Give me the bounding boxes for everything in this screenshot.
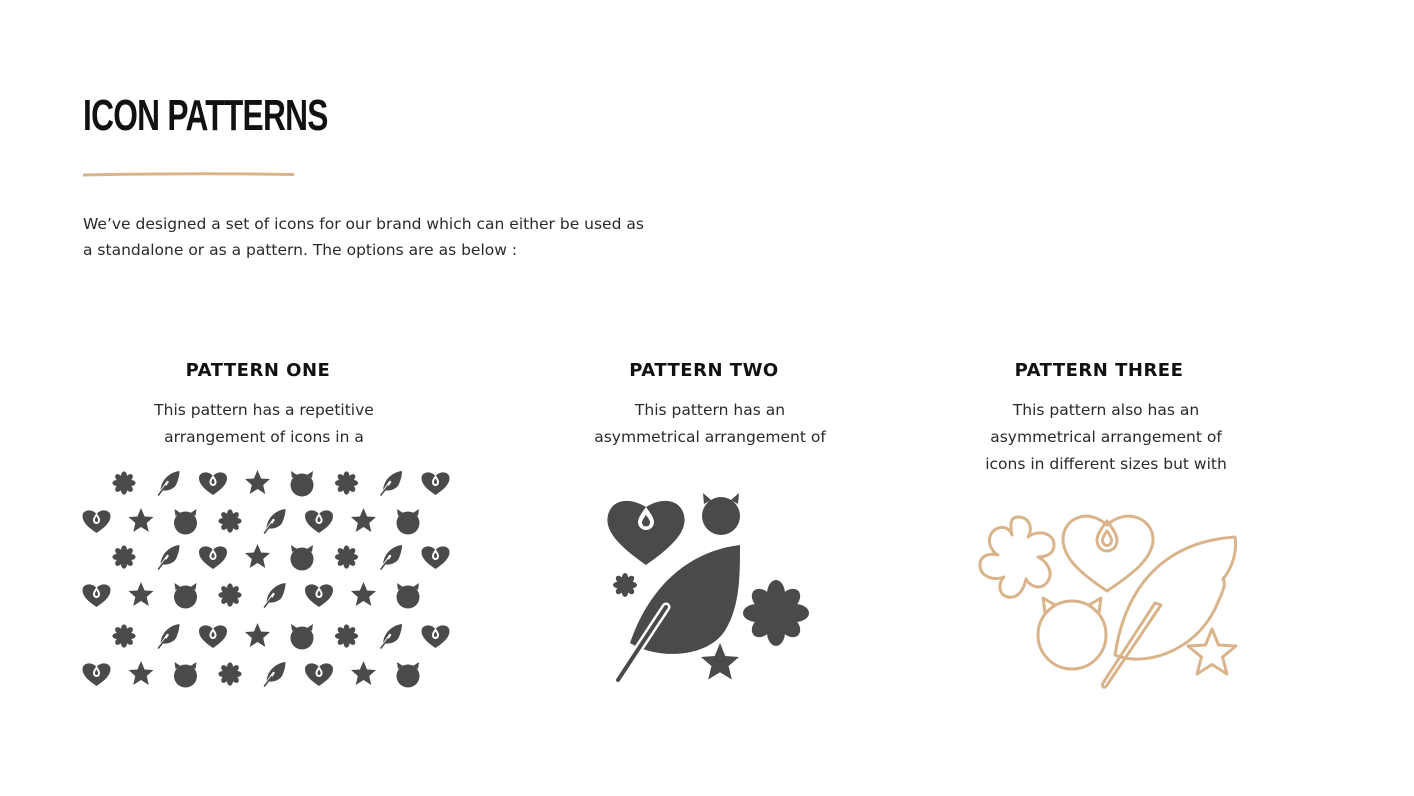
- feather-icon: [157, 624, 180, 650]
- star-icon: [245, 544, 270, 568]
- feather-icon: [379, 624, 402, 650]
- heart-drop-icon: [1061, 514, 1155, 593]
- star-icon: [245, 470, 270, 494]
- flower-icon: [218, 662, 242, 686]
- star-icon: [128, 582, 154, 606]
- pattern-two-description: This pattern has an asymmetrical arrange…: [594, 401, 826, 446]
- heart-drop-icon: [305, 510, 333, 533]
- flower-icon: [978, 515, 1056, 599]
- flower-icon: [743, 580, 809, 646]
- pattern-two-art: [607, 493, 809, 685]
- feather-icon: [379, 545, 402, 571]
- pattern-two-title: PATTERN TWO: [629, 360, 779, 381]
- flower-icon: [218, 583, 242, 607]
- devil-circle-icon: [1036, 596, 1108, 671]
- star-icon: [128, 661, 154, 685]
- feather-icon: [379, 471, 402, 497]
- heart-drop-icon: [421, 625, 450, 648]
- devil-circle-icon: [396, 662, 420, 688]
- pattern-three-art: [978, 514, 1238, 689]
- intro-text: We’ve designed a set of icons for our br…: [83, 215, 644, 259]
- feather-icon: [157, 545, 180, 571]
- heart-drop-icon: [305, 584, 333, 607]
- devil-circle-icon: [290, 624, 314, 650]
- pattern-one-art: [82, 470, 450, 688]
- feather-icon: [263, 662, 286, 688]
- devil-circle-icon: [290, 545, 314, 571]
- heart-drop-icon: [305, 663, 333, 686]
- pattern-one-title: PATTERN ONE: [185, 360, 331, 381]
- star-icon: [701, 643, 739, 680]
- star-icon: [351, 661, 376, 685]
- pattern-three-title: PATTERN THREE: [1014, 360, 1184, 381]
- flower-icon: [218, 509, 242, 533]
- feather-icon: [263, 583, 286, 609]
- flower-icon: [613, 573, 637, 597]
- flower-icon: [334, 471, 359, 495]
- devil-circle-icon: [174, 509, 197, 535]
- page-title: ICON PATTERNS: [83, 91, 328, 140]
- heart-drop-icon: [421, 472, 450, 495]
- heart-drop-icon: [82, 584, 111, 607]
- flower-icon: [112, 624, 136, 648]
- devil-circle-icon: [174, 583, 197, 609]
- heart-drop-icon: [421, 546, 450, 569]
- flower-icon: [334, 545, 359, 569]
- pattern-three-description: This pattern also has an asymmetrical ar…: [985, 401, 1227, 473]
- devil-circle-icon: [702, 493, 740, 535]
- devil-circle-icon: [290, 471, 314, 497]
- heart-drop-icon: [607, 500, 685, 565]
- heart-drop-icon: [82, 510, 111, 533]
- star-icon: [128, 508, 154, 532]
- pattern-one-description: This pattern has a repetitive arrangemen…: [154, 401, 374, 446]
- feather-icon: [263, 509, 286, 535]
- title-underline: [83, 172, 295, 177]
- devil-circle-icon: [396, 583, 420, 609]
- flower-icon: [112, 545, 136, 569]
- star-icon: [351, 582, 376, 606]
- heart-drop-icon: [199, 625, 227, 648]
- flower-icon: [112, 471, 136, 495]
- heart-drop-icon: [199, 546, 227, 569]
- heart-drop-icon: [199, 472, 227, 495]
- star-icon: [245, 623, 270, 647]
- devil-circle-icon: [174, 662, 197, 688]
- feather-icon: [1101, 535, 1237, 689]
- devil-circle-icon: [396, 509, 420, 535]
- heart-drop-icon: [82, 663, 111, 686]
- flower-icon: [334, 624, 359, 648]
- feather-icon: [157, 471, 180, 497]
- star-icon: [351, 508, 376, 532]
